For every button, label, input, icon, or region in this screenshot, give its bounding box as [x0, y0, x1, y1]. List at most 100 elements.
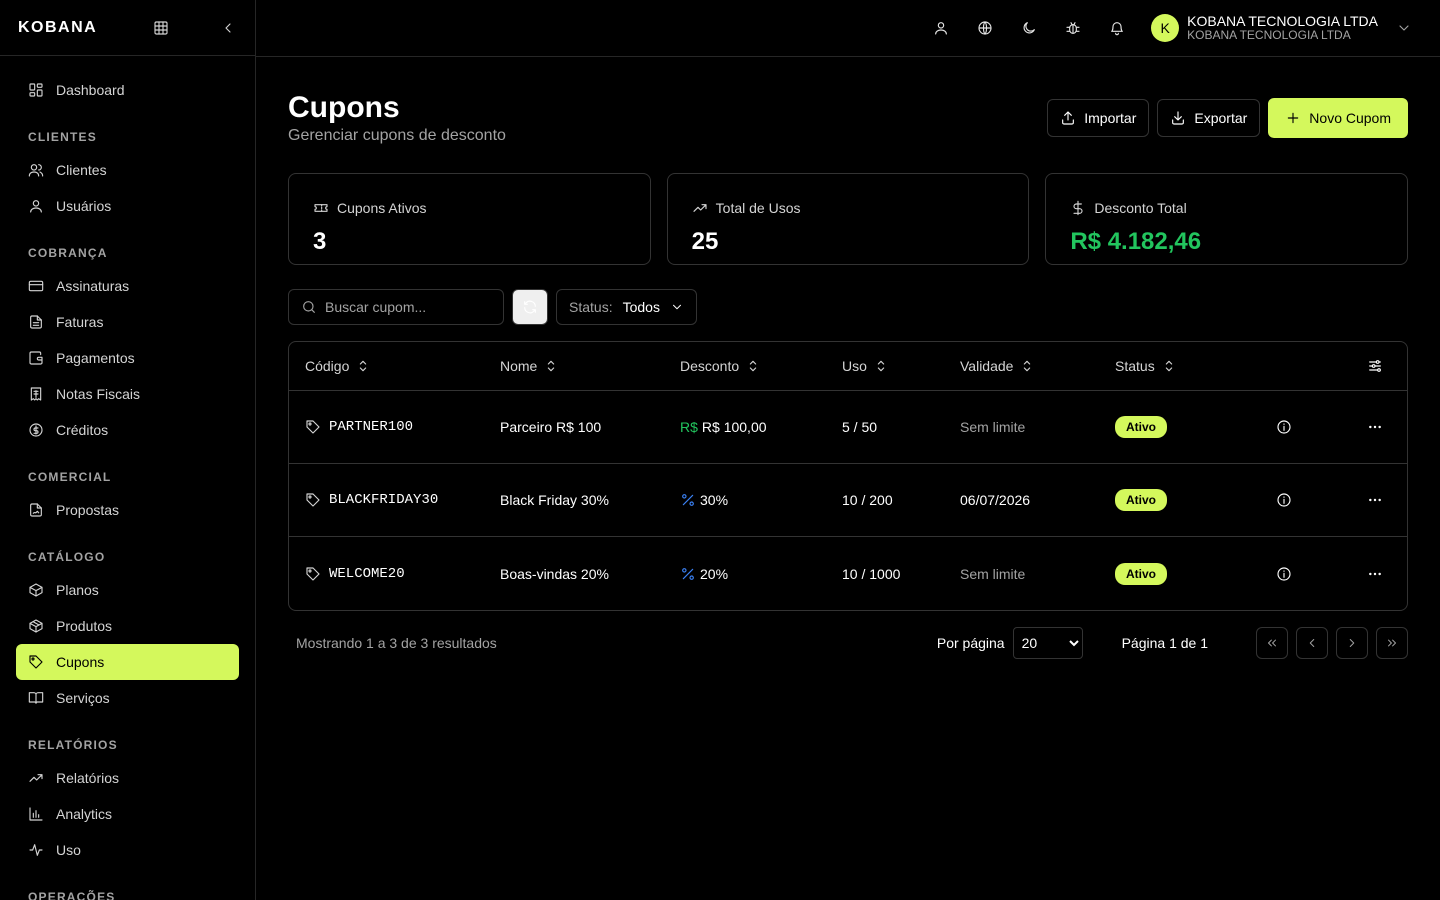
more-options-icon[interactable]	[1367, 566, 1383, 582]
account-menu[interactable]: K KOBANA TECNOLOGIA LTDA KOBANA TECNOLOG…	[1151, 13, 1412, 43]
prev-page-button[interactable]	[1296, 627, 1328, 659]
stats-cards: Cupons Ativos 3 Total de Usos 25 Descont…	[288, 173, 1409, 265]
globe-icon[interactable]	[963, 8, 1007, 48]
export-button[interactable]: Exportar	[1157, 99, 1261, 137]
sidebar-item-produtos[interactable]: Produtos	[16, 608, 239, 644]
coupon-name: Boas-vindas 20%	[500, 565, 609, 582]
dashboard-icon	[28, 82, 44, 98]
dollar-icon	[1070, 200, 1086, 216]
sidebar-item-servicos[interactable]: Serviços	[16, 680, 239, 716]
sidebar-item-dashboard[interactable]: Dashboard	[16, 72, 239, 108]
sidebar-item-label: Analytics	[56, 806, 113, 822]
sidebar-item-cupons[interactable]: Cupons	[16, 644, 239, 680]
sidebar-item-label: Clientes	[56, 162, 107, 178]
col-header-label: Validade	[960, 358, 1014, 374]
col-header-status[interactable]: Status	[1115, 358, 1251, 374]
apps-grid-icon[interactable]	[153, 20, 169, 36]
import-button[interactable]: Importar	[1047, 99, 1150, 137]
book-icon	[28, 690, 44, 706]
ticket-icon	[313, 200, 329, 216]
sidebar-item-analytics[interactable]: Analytics	[16, 796, 239, 832]
tag-icon	[305, 492, 321, 508]
col-header-validity[interactable]: Validade	[960, 358, 1115, 374]
tag-icon	[305, 419, 321, 435]
sidebar-item-propostas[interactable]: Propostas	[16, 492, 239, 528]
sidebar-item-label: Cupons	[56, 654, 105, 670]
kobana-logo[interactable]: KOBANA	[18, 19, 97, 37]
first-page-button[interactable]	[1256, 627, 1288, 659]
sidebar-item-label: Pagamentos	[56, 350, 135, 366]
coupon-discount: 30%	[700, 492, 729, 508]
sort-icon	[1161, 358, 1177, 374]
sidebar-item-clientes[interactable]: Clientes	[16, 152, 239, 188]
new-coupon-button[interactable]: Novo Cupom	[1268, 98, 1408, 138]
status-badge: Ativo	[1115, 416, 1167, 438]
page-subtitle: Gerenciar cupons de desconto	[288, 127, 506, 144]
coupon-usage: 5 / 50	[842, 419, 878, 435]
stat-active-coupons: Cupons Ativos 3	[288, 173, 651, 265]
col-header-usage[interactable]: Uso	[842, 358, 960, 374]
sidebar-item-assinaturas[interactable]: Assinaturas	[16, 268, 239, 304]
moon-icon[interactable]	[1007, 8, 1051, 48]
coupon-validity: Sem limite	[960, 565, 1026, 582]
sidebar-item-faturas[interactable]: Faturas	[16, 304, 239, 340]
download-icon	[1170, 110, 1186, 126]
coupon-name: Parceiro R$ 100	[500, 419, 602, 435]
status-filter-dropdown[interactable]: Status: Todos	[556, 289, 697, 325]
sidebar-item-notas-fiscais[interactable]: Notas Fiscais	[16, 376, 239, 412]
chevron-down-icon	[670, 300, 684, 314]
sort-icon	[873, 358, 889, 374]
status-filter-label: Status:	[569, 299, 613, 315]
page-header: Cupons Gerenciar cupons de desconto Impo…	[288, 57, 1408, 173]
chevrons-right-icon	[1385, 636, 1399, 650]
coupon-usage: 10 / 200	[842, 492, 893, 508]
info-icon[interactable]	[1276, 419, 1292, 435]
sidebar-item-relatorios[interactable]: Relatórios	[16, 760, 239, 796]
search-input[interactable]	[325, 299, 485, 315]
sidebar-item-uso[interactable]: Uso	[16, 832, 239, 868]
sidebar-item-usuarios[interactable]: Usuários	[16, 188, 239, 224]
sidebar-section-clientes: CLIENTES	[28, 130, 97, 144]
card-icon	[28, 278, 44, 294]
info-icon[interactable]	[1276, 492, 1292, 508]
status-badge: Ativo	[1115, 562, 1167, 585]
sidebar-item-label: Dashboard	[56, 82, 125, 98]
col-header-name[interactable]: Nome	[500, 358, 680, 374]
sort-icon	[543, 358, 559, 374]
table-row[interactable]: WELCOME20 Boas-vindas 20% 20% 10 / 1000 Sem …	[289, 537, 1407, 610]
stat-total-uses: Total de Usos 25	[666, 173, 1030, 265]
col-header-code[interactable]: Código	[289, 358, 500, 374]
currency-prefix: R$	[680, 419, 698, 435]
col-header-label: Uso	[842, 358, 867, 374]
collapse-sidebar-icon[interactable]	[220, 20, 236, 36]
per-page-select[interactable]: 20	[1012, 627, 1083, 659]
sidebar-section-comercial: COMERCIAL	[28, 470, 112, 484]
sidebar-item-creditos[interactable]: Créditos	[16, 412, 239, 448]
search-icon	[301, 299, 317, 315]
sort-icon	[355, 358, 371, 374]
more-options-icon[interactable]	[1367, 419, 1383, 435]
search-box	[288, 289, 504, 325]
bug-icon[interactable]	[1051, 8, 1095, 48]
refresh-button[interactable]	[512, 289, 548, 325]
col-header-discount[interactable]: Desconto	[680, 358, 842, 374]
sidebar-item-pagamentos[interactable]: Pagamentos	[16, 340, 239, 376]
more-options-icon[interactable]	[1367, 492, 1383, 508]
next-page-button[interactable]	[1336, 627, 1368, 659]
last-page-button[interactable]	[1376, 627, 1408, 659]
stat-label: Cupons Ativos	[337, 200, 427, 216]
table-row[interactable]: PARTNER100 Parceiro R$ 100 R$ R$ 100,00 5 / …	[289, 391, 1407, 464]
stat-value: 3	[313, 228, 327, 255]
bell-icon[interactable]	[1095, 8, 1139, 48]
info-icon[interactable]	[1276, 566, 1292, 582]
column-settings-icon[interactable]	[1367, 358, 1383, 374]
table-row[interactable]: BLACKFRIDAY30 Black Friday 30% 30% 10 / 200…	[289, 464, 1407, 537]
sidebar-item-planos[interactable]: Planos	[16, 572, 239, 608]
status-badge: Ativo	[1115, 489, 1167, 511]
col-header-label: Nome	[500, 358, 538, 374]
activity-icon	[28, 842, 44, 858]
user-icon[interactable]	[919, 8, 963, 48]
coupons-table: Código Nome Desconto Uso Validade Status…	[288, 341, 1408, 611]
tag-icon	[28, 654, 44, 670]
table-body: PARTNER100 Parceiro R$ 100 R$ R$ 100,00 5 / …	[289, 391, 1407, 610]
